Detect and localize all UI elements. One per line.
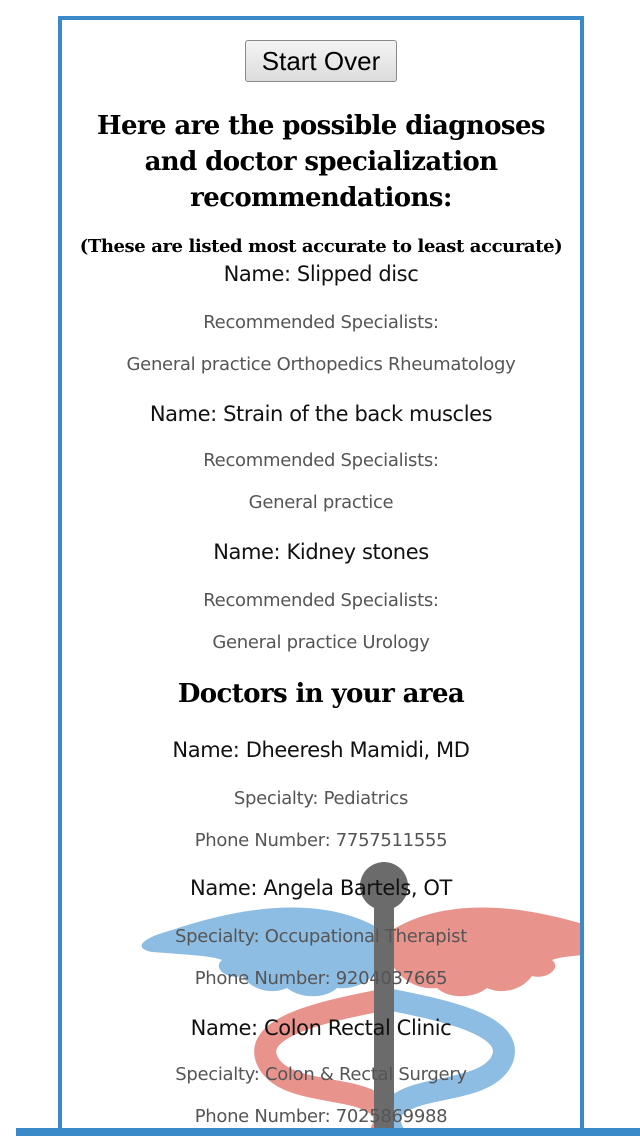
specialists-list: General practice [248, 492, 394, 513]
doctor-name: Name: Colon Rectal Clinic [190, 1016, 452, 1040]
accuracy-note: (These are listed most accurate to least… [79, 236, 563, 257]
doctors-title: Doctors in your area [177, 679, 465, 709]
diagnosis-name: Name: Slipped disc [223, 262, 419, 286]
doctor-specialty: Specialty: Colon & Rectal Surgery [175, 1064, 467, 1085]
doctor-phone: Phone Number: 7757511555 [194, 830, 448, 851]
diagnosis-name: Name: Kidney stones [213, 540, 429, 564]
start-over-button[interactable]: Start Over [245, 40, 397, 82]
diagnoses-heading: Here are the possible diagnoses and doct… [97, 111, 546, 213]
specialists-list: General practice Urology [212, 632, 430, 653]
diagnosis-name: Name: Strain of the back muscles [149, 402, 493, 426]
results-content: Start Over Here are the possible diagnos… [62, 20, 580, 1127]
doctor-name: Name: Dheeresh Mamidi, MD [172, 738, 470, 762]
specialists-label: Recommended Specialists: [203, 590, 439, 611]
specialists-list: General practice Orthopedics Rheumatolog… [126, 354, 516, 375]
doctor-specialty: Specialty: Pediatrics [233, 788, 409, 809]
doctor-specialty: Specialty: Occupational Therapist [175, 926, 467, 947]
results-panel: Start Over Here are the possible diagnos… [58, 16, 584, 1136]
specialists-label: Recommended Specialists: [203, 312, 439, 333]
specialists-label: Recommended Specialists: [203, 450, 439, 471]
bottom-frame-bar [16, 1128, 640, 1136]
doctor-name: Name: Angela Bartels, OT [190, 876, 452, 900]
doctor-phone: Phone Number: 9204037665 [194, 968, 448, 989]
doctor-phone: Phone Number: 7025869988 [194, 1106, 448, 1127]
